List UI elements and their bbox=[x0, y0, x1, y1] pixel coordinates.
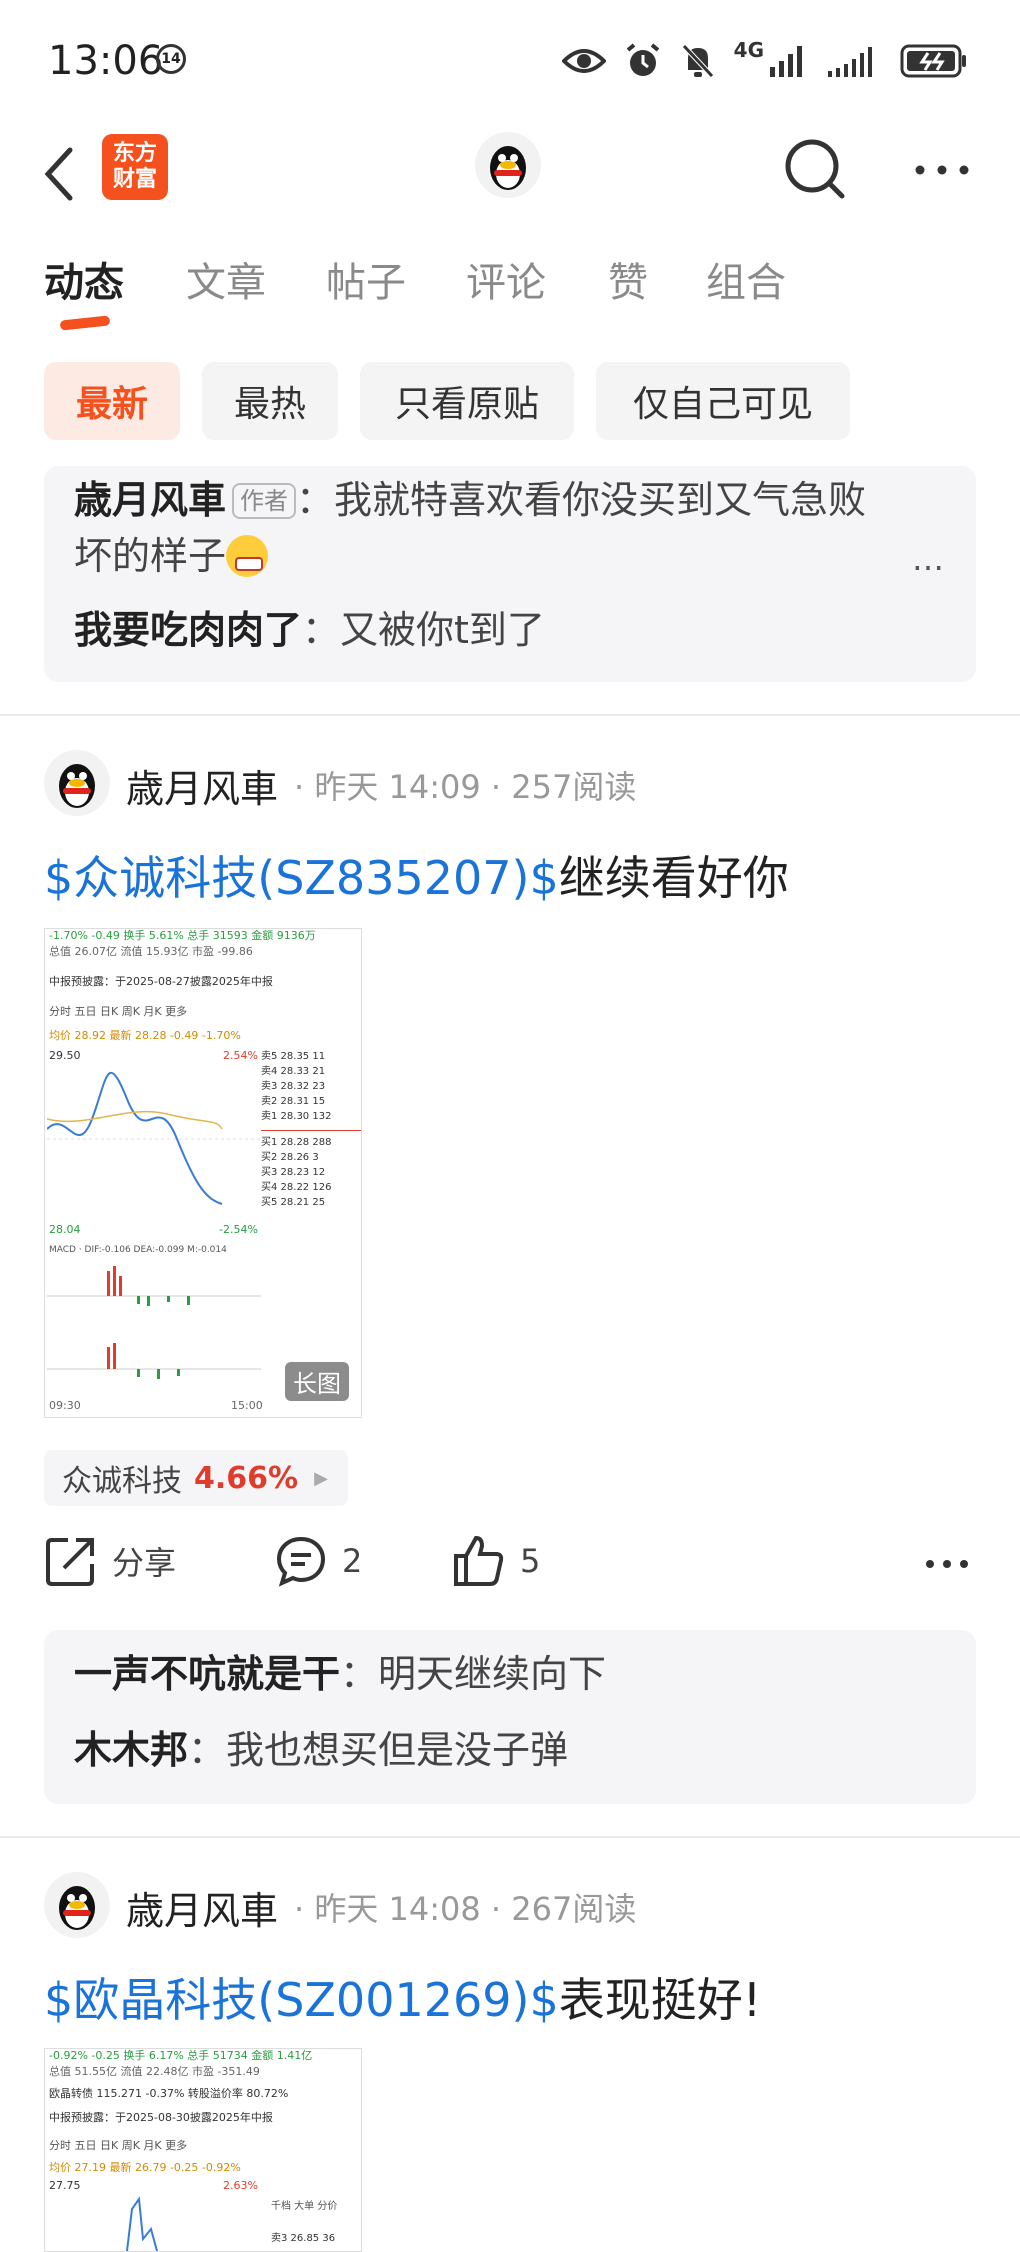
tab-portfolio[interactable]: 组合 bbox=[706, 250, 786, 308]
eye-icon bbox=[561, 49, 606, 73]
stock-link[interactable]: $众诚科技(SZ835207)$ bbox=[44, 851, 559, 905]
filter-original-only[interactable]: 只看原贴 bbox=[360, 362, 574, 440]
share-icon bbox=[46, 1538, 94, 1586]
comment-text: 我就特喜欢看你没买到又气急败 bbox=[334, 478, 867, 522]
battery-charging-icon bbox=[900, 44, 966, 78]
thumbs-up-icon bbox=[454, 1535, 504, 1586]
comment-preview-box[interactable]: 一声不吭就是干：明天继续向下 木木邦：我也想买但是没子弹 bbox=[44, 1630, 976, 1804]
post-header: 歳月风車 · 昨天 14:09 · 257阅读 bbox=[44, 750, 984, 820]
status-time: 13:06 bbox=[48, 38, 164, 84]
signal-4g-icon bbox=[770, 46, 802, 77]
comment-text: 明天继续向下 bbox=[378, 1652, 607, 1696]
comment-user[interactable]: 一声不吭就是干 bbox=[74, 1652, 340, 1696]
post-username[interactable]: 歳月风車 bbox=[126, 758, 278, 813]
divider bbox=[0, 714, 1020, 716]
comment-icon bbox=[276, 1536, 326, 1587]
post-image-stock-chart[interactable]: -0.92% -0.25 换手 6.17% 总手 51734 金额 1.41亿 … bbox=[44, 2048, 362, 2252]
chevron-right-icon: ▶ bbox=[314, 1467, 328, 1489]
intraday-price-chart bbox=[47, 1072, 261, 1205]
eastmoney-logo[interactable]: 东方 财富 bbox=[102, 134, 168, 200]
post-avatar[interactable] bbox=[44, 1872, 110, 1938]
comment-line: 歳月风車 作者 ：我就特喜欢看你没买到又气急败 bbox=[74, 478, 867, 522]
divider bbox=[0, 1836, 1020, 1838]
post-meta: · 昨天 14:08 · 267阅读 bbox=[294, 1890, 637, 1928]
post-text: 表现挺好! bbox=[558, 1973, 762, 2027]
notification-badge-icon: 14 bbox=[156, 44, 186, 74]
comment-preview-box[interactable]: 歳月风車 作者 ：我就特喜欢看你没买到又气急败 坏的样子 … 我要吃肉肉了：又被你t… bbox=[44, 466, 976, 682]
user-avatar[interactable] bbox=[475, 132, 541, 198]
post-title[interactable]: $欧晶科技(SZ001269)$表现挺好! bbox=[44, 1964, 761, 2030]
comment-line: 我要吃肉肉了：又被你t到了 bbox=[74, 608, 545, 652]
tab-posts[interactable]: 帖子 bbox=[326, 250, 406, 308]
post-meta: · 昨天 14:09 · 257阅读 bbox=[294, 768, 637, 806]
author-tag: 作者 bbox=[232, 483, 297, 519]
comment-text: 又被你t到了 bbox=[340, 608, 545, 652]
post-title[interactable]: $众诚科技(SZ835207)$继续看好你 bbox=[44, 842, 789, 908]
comment-text: 我也想买但是没子弹 bbox=[226, 1728, 569, 1772]
post-header: 歳月风車 · 昨天 14:08 · 267阅读 bbox=[44, 1872, 984, 1942]
comment-line: 坏的样子 bbox=[74, 528, 269, 584]
grin-emoji-icon bbox=[226, 535, 269, 577]
post-actions: 分享 2 5 bbox=[44, 1534, 984, 1604]
share-button[interactable]: 分享 bbox=[44, 1534, 176, 1588]
filter-latest[interactable]: 最新 bbox=[44, 362, 180, 440]
filter-hottest[interactable]: 最热 bbox=[202, 362, 338, 440]
back-arrow-icon[interactable] bbox=[40, 142, 80, 206]
status-bar: 13:06 14 4G bbox=[0, 0, 1020, 118]
tab-comments[interactable]: 评论 bbox=[466, 250, 546, 308]
comment-button[interactable]: 2 bbox=[274, 1534, 362, 1588]
post-username[interactable]: 歳月风車 bbox=[126, 1880, 278, 1935]
post-text: 继续看好你 bbox=[558, 851, 789, 905]
profile-tabs: 动态 文章 帖子 评论 赞 组合 bbox=[0, 250, 1020, 331]
post-avatar[interactable] bbox=[44, 750, 110, 816]
tab-dynamic[interactable]: 动态 bbox=[44, 250, 124, 308]
comment-user[interactable]: 歳月风車 bbox=[74, 478, 226, 522]
stock-change-percent: 4.66% bbox=[194, 1460, 299, 1496]
stock-name: 众诚科技 bbox=[62, 1464, 182, 1499]
post-more-icon[interactable] bbox=[924, 1554, 970, 1574]
stock-chip[interactable]: 众诚科技 4.66% ▶ bbox=[44, 1450, 348, 1506]
comment-more-icon[interactable]: … bbox=[912, 540, 946, 578]
tab-articles[interactable]: 文章 bbox=[186, 250, 266, 308]
order-book: 卖5 28.35 11 卖4 28.33 21 卖3 28.32 23 卖2 2… bbox=[261, 1049, 361, 1210]
comment-line: 一声不吭就是干：明天继续向下 bbox=[74, 1652, 607, 1696]
macd-chart bbox=[47, 1343, 261, 1379]
mute-bell-icon bbox=[681, 44, 714, 78]
filter-self-visible[interactable]: 仅自己可见 bbox=[596, 362, 850, 440]
post-image-stock-chart[interactable]: -1.70% -0.49 换手 5.61% 总手 31593 金额 9136万 … bbox=[44, 928, 362, 1418]
top-navigation-bar: 东方 财富 bbox=[0, 120, 1020, 230]
intraday-price-chart bbox=[126, 2196, 158, 2251]
comment-user[interactable]: 我要吃肉肉了 bbox=[74, 608, 302, 652]
tab-likes[interactable]: 赞 bbox=[608, 250, 648, 308]
stock-link[interactable]: $欧晶科技(SZ001269)$ bbox=[44, 1973, 559, 2027]
comment-user[interactable]: 木木邦 bbox=[74, 1728, 188, 1772]
like-button[interactable]: 5 bbox=[452, 1534, 540, 1588]
more-options-icon[interactable] bbox=[912, 150, 972, 190]
signal-icon bbox=[828, 47, 872, 77]
macd-chart bbox=[47, 1266, 261, 1306]
active-tab-indicator bbox=[59, 315, 111, 331]
status-icons: 4G bbox=[561, 38, 968, 84]
comment-line: 木木邦：我也想买但是没子弹 bbox=[74, 1728, 569, 1772]
search-icon[interactable] bbox=[782, 136, 848, 202]
long-image-tag: 长图 bbox=[285, 1362, 349, 1401]
comment-text: 坏的样子 bbox=[74, 534, 227, 578]
alarm-icon bbox=[626, 43, 659, 76]
network-label: 4G bbox=[733, 38, 764, 62]
